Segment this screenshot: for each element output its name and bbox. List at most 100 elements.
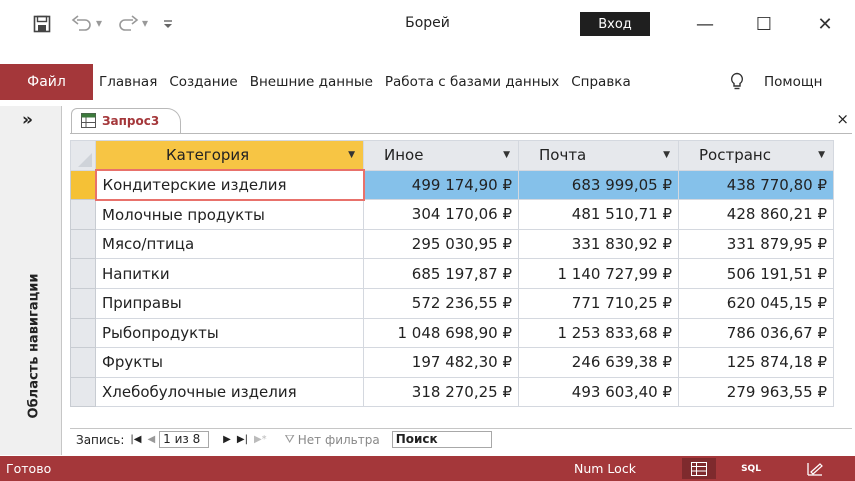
select-all-corner[interactable]	[70, 140, 96, 171]
table-cell[interactable]: 481 510,71 ₽	[518, 199, 679, 230]
column-header-category[interactable]: Категория ▼	[95, 140, 364, 171]
table-cell[interactable]: 304 170,06 ₽	[363, 199, 519, 230]
table-cell[interactable]: Мясо/птица	[95, 228, 364, 260]
close-button[interactable]: ✕	[805, 10, 845, 38]
num-lock-indicator: Num Lock	[574, 461, 636, 476]
status-bar: Готово Num Lock SQL	[0, 456, 855, 481]
table-cell[interactable]: Фрукты	[95, 347, 364, 378]
record-selector[interactable]	[70, 376, 96, 408]
table-cell[interactable]: 125 874,18 ₽	[678, 347, 834, 378]
save-icon[interactable]	[28, 12, 56, 36]
table-row[interactable]: Молочные продукты 304 170,06 ₽ 481 510,7…	[70, 199, 834, 230]
column-header-post[interactable]: Почта ▼	[518, 140, 679, 171]
previous-record-icon[interactable]: ◀	[147, 434, 155, 445]
nav-pane-label[interactable]: Область навигации	[27, 274, 42, 419]
query-icon	[81, 113, 96, 128]
column-header-other[interactable]: Иное ▼	[363, 140, 519, 171]
filter-status-label: Нет фильтра	[297, 432, 380, 447]
table-cell[interactable]: 685 197,87 ₽	[363, 258, 519, 289]
column-header-label: Ространс	[699, 146, 771, 165]
table-cell[interactable]: 438 770,80 ₽	[678, 169, 834, 201]
minimize-button[interactable]: —	[685, 10, 725, 38]
record-selector[interactable]	[70, 199, 96, 230]
table-cell[interactable]: Хлебобулочные изделия	[95, 376, 364, 408]
redo-icon[interactable]	[114, 12, 142, 36]
current-record-field[interactable]: 1 из 8	[159, 431, 210, 448]
table-cell[interactable]: 786 036,67 ₽	[678, 317, 834, 349]
sql-view-button[interactable]: SQL	[736, 458, 766, 479]
new-record-icon[interactable]: ▶*	[254, 434, 267, 445]
record-selector[interactable]	[70, 317, 96, 349]
record-selector[interactable]	[70, 287, 96, 319]
table-cell[interactable]: 1 140 727,99 ₽	[518, 258, 679, 289]
table-row[interactable]: Кондитерские изделия 499 174,90 ₽ 683 99…	[70, 169, 834, 201]
table-cell[interactable]: 572 236,55 ₽	[363, 287, 519, 319]
table-cell[interactable]: 1 253 833,68 ₽	[518, 317, 679, 349]
table-cell[interactable]: Рыбопродукты	[95, 317, 364, 349]
maximize-button[interactable]: ☐	[744, 10, 784, 38]
table-row[interactable]: Фрукты 197 482,30 ₽ 246 639,38 ₽ 125 874…	[70, 347, 834, 378]
table-cell[interactable]: Напитки	[95, 258, 364, 289]
document-tab[interactable]: Запрос3	[71, 108, 181, 134]
table-row[interactable]: Напитки 685 197,87 ₽ 1 140 727,99 ₽ 506 …	[70, 258, 834, 289]
tab-database-tools[interactable]: Работа с базами данных	[379, 74, 565, 90]
table-cell[interactable]: 318 270,25 ₽	[363, 376, 519, 408]
table-row[interactable]: Хлебобулочные изделия 318 270,25 ₽ 493 6…	[70, 376, 834, 408]
record-selector[interactable]	[70, 169, 96, 201]
table-cell[interactable]: 499 174,90 ₽	[363, 169, 519, 201]
table-cell[interactable]: 331 879,95 ₽	[678, 228, 834, 260]
table-cell[interactable]: Кондитерские изделия	[94, 169, 365, 201]
chevron-down-icon[interactable]: ▼	[348, 150, 355, 160]
column-header-label: Категория	[166, 146, 250, 165]
tab-help[interactable]: Справка	[565, 74, 636, 90]
close-document-icon[interactable]: ×	[836, 110, 849, 128]
customize-toolbar-icon[interactable]	[154, 12, 182, 36]
ribbon-tabs-bar: Файл Главная Создание Внешние данные Раб…	[0, 64, 855, 100]
tell-me-box[interactable]: Помощн	[764, 74, 822, 90]
table-cell[interactable]: 493 603,40 ₽	[518, 376, 679, 408]
ribbon-tab-list: Главная Создание Внешние данные Работа с…	[93, 64, 637, 100]
table-cell[interactable]: 295 030,95 ₽	[363, 228, 519, 260]
undo-icon[interactable]	[68, 12, 96, 36]
tab-external-data[interactable]: Внешние данные	[244, 74, 379, 90]
search-input[interactable]: Поиск	[391, 431, 492, 448]
table-cell[interactable]: 683 999,05 ₽	[518, 169, 679, 201]
table-cell[interactable]: 1 048 698,90 ₽	[363, 317, 519, 349]
table-cell[interactable]: 506 191,51 ₽	[678, 258, 834, 289]
chevron-down-icon[interactable]: ▼	[503, 150, 510, 160]
last-record-icon[interactable]: ▶|	[237, 434, 248, 445]
table-cell[interactable]: 620 045,15 ₽	[678, 287, 834, 319]
chevron-down-icon[interactable]: ▼	[818, 150, 825, 160]
tab-home[interactable]: Главная	[93, 74, 163, 90]
design-view-icon[interactable]	[800, 458, 830, 479]
table-row[interactable]: Приправы 572 236,55 ₽ 771 710,25 ₽ 620 0…	[70, 287, 834, 319]
table-cell[interactable]: 771 710,25 ₽	[518, 287, 679, 319]
tab-file[interactable]: Файл	[0, 64, 93, 100]
table-cell[interactable]: 279 963,55 ₽	[678, 376, 834, 408]
table-cell[interactable]: Приправы	[95, 287, 364, 319]
table-cell[interactable]: 197 482,30 ₽	[363, 347, 519, 378]
tab-create[interactable]: Создание	[163, 74, 243, 90]
chevron-down-icon[interactable]: ▼	[663, 150, 670, 160]
table-cell[interactable]: 246 639,38 ₽	[518, 347, 679, 378]
table-row[interactable]: Рыбопродукты 1 048 698,90 ₽ 1 253 833,68…	[70, 317, 834, 349]
record-selector[interactable]	[70, 347, 96, 378]
sign-in-button[interactable]: Вход	[580, 12, 650, 36]
status-text: Готово	[6, 461, 52, 476]
column-header-rostrans[interactable]: Ространс ▼	[678, 140, 834, 171]
filter-status[interactable]: ⛛ Нет фильтра	[285, 432, 380, 447]
datasheet-view-icon[interactable]	[682, 458, 716, 479]
record-selector[interactable]	[70, 228, 96, 260]
next-record-icon[interactable]: ▶	[223, 434, 231, 445]
record-navigation-bar: Запись: |◀ ◀ 1 из 8 ▶ ▶| ▶* ⛛ Нет фильтр…	[70, 428, 852, 450]
record-selector[interactable]	[70, 258, 96, 289]
first-record-icon[interactable]: |◀	[130, 434, 141, 445]
table-cell[interactable]: 428 860,21 ₽	[678, 199, 834, 230]
table-row[interactable]: Мясо/птица 295 030,95 ₽ 331 830,92 ₽ 331…	[70, 228, 834, 260]
redo-dropdown-icon[interactable]: ▾	[142, 16, 148, 30]
lightbulb-icon[interactable]	[730, 72, 744, 95]
table-cell[interactable]: 331 830,92 ₽	[518, 228, 679, 260]
nav-pane-toggle-icon[interactable]: »	[22, 110, 33, 130]
table-cell[interactable]: Молочные продукты	[95, 199, 364, 230]
undo-dropdown-icon[interactable]: ▾	[96, 16, 102, 30]
